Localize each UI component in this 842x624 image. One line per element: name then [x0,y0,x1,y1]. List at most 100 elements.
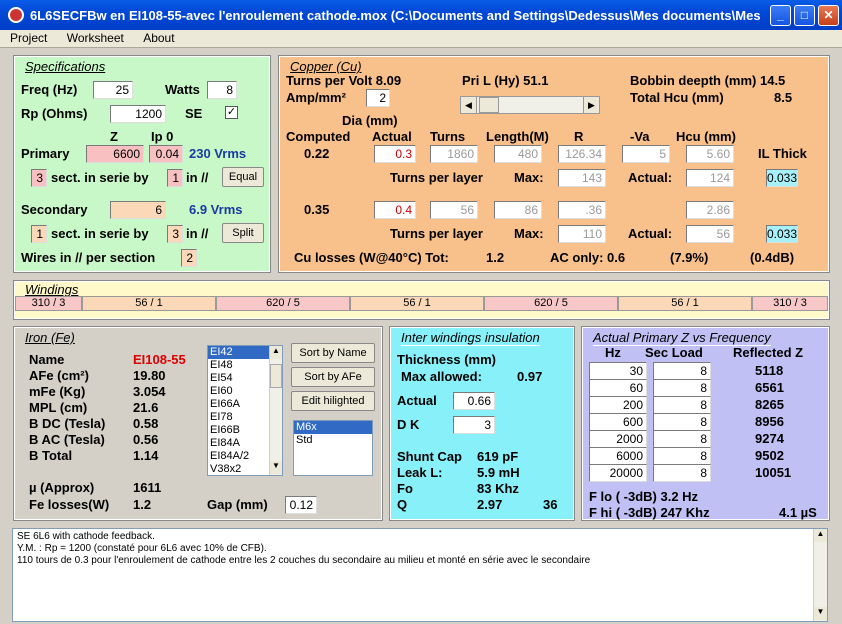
pri-l-slider[interactable]: ◀ ▶ [460,96,600,114]
notes-scrollbar[interactable]: ▲ ▼ [813,529,827,621]
notes-scroll-up-icon[interactable]: ▲ [814,529,827,542]
sec-load-field[interactable]: 8 [653,413,711,431]
slider-right-arrow-icon[interactable]: ▶ [583,97,599,113]
maximize-button[interactable]: □ [794,5,815,26]
r1-actual-label: Actual: [628,170,673,185]
rise-time: 4.1 µS [779,505,817,520]
r1-tpl-label: Turns per layer [390,170,483,185]
secondary-par-field[interactable]: 3 [167,225,183,243]
hz-field[interactable]: 20000 [589,464,647,482]
minimize-button[interactable]: _ [770,5,791,26]
hz-field[interactable]: 200 [589,396,647,414]
sec-load-field[interactable]: 8 [653,430,711,448]
sort-by-name-button[interactable]: Sort by Name [291,343,375,363]
equal-button[interactable]: Equal [222,167,264,187]
gap-field[interactable]: 0.12 [285,496,317,514]
title-bar: 6L6SECFBw en EI108-55-avec l'enroulement… [0,0,842,30]
core-list-scrollbar[interactable]: ▲ ▼ [269,346,282,475]
winding-cell: 56 / 1 [618,296,752,311]
hz-field[interactable]: 30 [589,362,647,380]
actual-thickness-field[interactable]: 0.66 [453,392,495,410]
menu-project[interactable]: Project [0,30,53,45]
notes-line: 110 tours de 0.3 pour l'enroulement de c… [17,555,591,566]
fe-losses-value: 1.2 [133,497,152,512]
sec-load-field[interactable]: 8 [653,396,711,414]
sec-load-field[interactable]: 8 [653,379,711,397]
total-hcu-label: Total Hcu (mm) [630,90,724,105]
reflected-z-header: Reflected Z [733,345,804,360]
menu-about[interactable]: About [133,30,180,45]
primary-par-field[interactable]: 1 [167,169,183,187]
actual-thickness-label: Actual [397,393,437,408]
grade-list-item[interactable]: Std [294,434,372,447]
menu-worksheet[interactable]: Worksheet [57,30,130,45]
va-header: -Va [630,129,650,144]
r2-max-label: Max: [514,226,544,241]
primary-z-field[interactable]: 6600 [86,145,144,163]
hz-field[interactable]: 60 [589,379,647,397]
mfe-value: 3.054 [133,384,166,399]
winding-cell: 56 / 1 [350,296,484,311]
hz-field[interactable]: 6000 [589,447,647,465]
winding-cell: 56 / 1 [82,296,216,311]
secondary-z-field[interactable]: 6 [110,201,166,219]
sec-load-field[interactable]: 8 [653,464,711,482]
grade-list[interactable]: M6x Std [293,420,373,476]
rp-field[interactable]: 1200 [110,105,166,123]
scroll-thumb[interactable] [270,364,282,388]
dk-field[interactable]: 3 [453,416,495,434]
r1-actual-turns-field: 124 [686,169,734,187]
r1-max-field: 143 [558,169,606,187]
split-button[interactable]: Split [222,223,264,243]
slider-left-arrow-icon[interactable]: ◀ [461,97,477,113]
secondary-sect-field[interactable]: 1 [31,225,47,243]
windings-bar: 310 / 3 56 / 1 620 / 5 56 / 1 620 / 5 56… [15,296,828,312]
copper-panel: Copper (Cu) Turns per Volt 8.09 Pri L (H… [278,55,830,273]
wires-field[interactable]: 2 [181,249,197,267]
primary-ip0-field[interactable]: 0.04 [149,145,183,163]
hz-field[interactable]: 600 [589,413,647,431]
r2-actual-field[interactable]: 0.4 [374,201,416,219]
computed-header: Computed [286,129,351,144]
sec-load-field[interactable]: 8 [653,362,711,380]
watts-field[interactable]: 8 [207,81,237,99]
cu-losses-percent: (7.9%) [670,250,709,265]
secondary-vrms: 6.9 Vrms [189,202,243,217]
cu-losses-db: (0.4dB) [750,250,795,265]
sort-by-afe-button[interactable]: Sort by AFe [291,367,375,387]
sec-load-header: Sec Load [645,345,703,360]
r-header: R [574,129,584,144]
primary-sect-field[interactable]: 3 [31,169,47,187]
grade-list-item[interactable]: M6x [294,421,372,434]
r2-il-field[interactable]: 0.033 [766,225,798,243]
freq-field[interactable]: 25 [93,81,133,99]
bac-value: 0.56 [133,432,159,447]
close-button[interactable]: ✕ [818,5,839,26]
freq-label: Freq (Hz) [21,82,78,97]
se-checkbox[interactable]: ✓ [225,106,238,119]
r2-actual-label: Actual: [628,226,673,241]
r1-turns-field: 1860 [430,145,478,163]
dia-label: Dia (mm) [342,113,398,128]
notes-textarea[interactable]: SE 6L6 with cathode feedback. Y.M. : Rp … [12,528,828,622]
primary-sect-label: sect. in serie by [51,170,149,185]
edit-hilighted-button[interactable]: Edit hilighted [291,391,375,411]
hcu-header: Hcu (mm) [676,129,736,144]
r1-va-field: 5 [622,145,670,163]
r1-il-field[interactable]: 0.033 [766,169,798,187]
z-label: Z [110,129,118,144]
notes-line: Y.M. : Rp = 1200 (constaté pour 6L6 avec… [17,543,267,554]
scroll-up-arrow-icon[interactable]: ▲ [270,346,282,359]
slider-thumb[interactable] [479,97,499,113]
primary-in-label: in // [186,170,209,185]
sec-load-field[interactable]: 8 [653,447,711,465]
amp-field[interactable]: 2 [366,89,390,107]
notes-scroll-down-icon[interactable]: ▼ [814,607,827,620]
r1-r-field: 126.34 [558,145,606,163]
scroll-down-arrow-icon[interactable]: ▼ [270,461,282,474]
insulation-title: Inter windings insulation [401,330,540,346]
hz-field[interactable]: 2000 [589,430,647,448]
window-title: 6L6SECFBw en EI108-55-avec l'enroulement… [30,8,765,23]
r1-actual-field[interactable]: 0.3 [374,145,416,163]
r1-max-label: Max: [514,170,544,185]
